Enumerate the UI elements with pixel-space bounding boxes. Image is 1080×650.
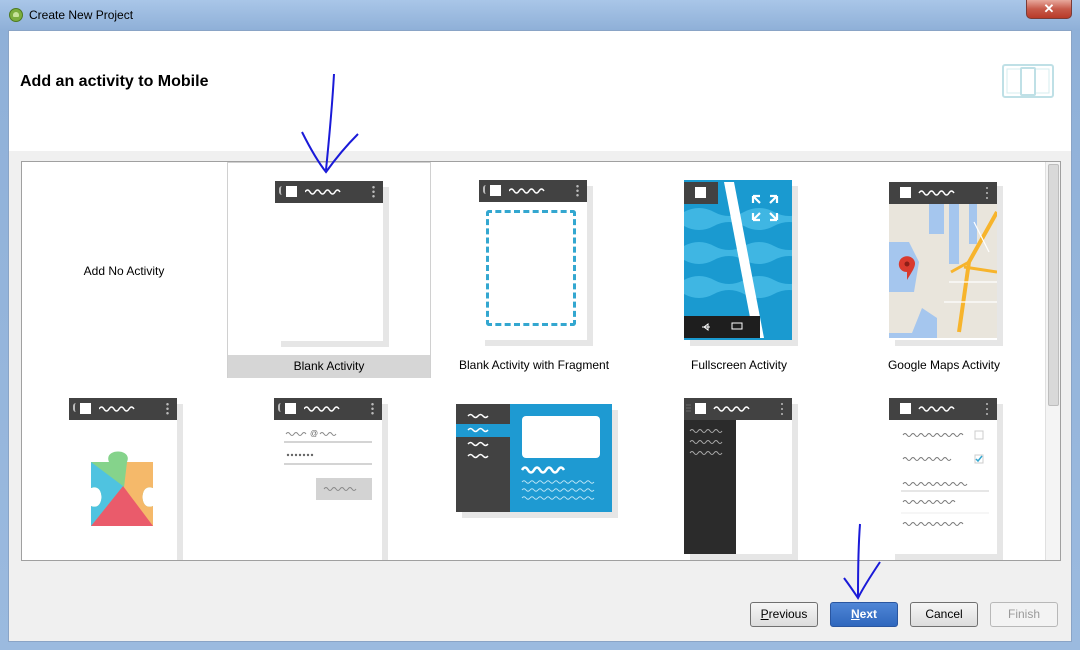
tile-settings-activity[interactable] bbox=[842, 380, 1046, 560]
page-title: Add an activity to Mobile bbox=[20, 73, 209, 90]
gallery-scrollbar[interactable] bbox=[1045, 162, 1060, 560]
fullscreen-thumbnail bbox=[684, 180, 792, 340]
tile-google-maps-activity[interactable]: Google Maps Activity bbox=[842, 162, 1046, 378]
tile-blank-activity[interactable]: Blank Activity bbox=[227, 162, 431, 378]
activity-gallery: Add No Activity Blank Activity Blank Act… bbox=[21, 161, 1061, 561]
window-close-button[interactable]: ✕ bbox=[1026, 0, 1072, 19]
create-project-dialog: Add an activity to Mobile Add No Activit… bbox=[8, 30, 1072, 642]
svg-text:@: @ bbox=[310, 429, 318, 438]
blank-activity-thumbnail bbox=[275, 181, 383, 341]
tile-play-services-activity[interactable] bbox=[22, 380, 226, 560]
fragment-placeholder bbox=[486, 210, 576, 326]
window-titlebar: Create New Project ✕ bbox=[0, 0, 1080, 30]
navigation-drawer-thumbnail bbox=[684, 398, 792, 554]
settings-thumbnail bbox=[889, 398, 997, 554]
tile-label: Blank Activity with Fragment bbox=[458, 358, 610, 372]
tile-blank-activity-fragment[interactable]: Blank Activity with Fragment bbox=[432, 162, 636, 378]
tile-label: Google Maps Activity bbox=[887, 358, 1001, 372]
tile-label: Fullscreen Activity bbox=[690, 358, 788, 372]
next-button[interactable]: Next bbox=[830, 602, 898, 627]
tile-add-no-activity[interactable]: Add No Activity bbox=[22, 162, 226, 378]
play-services-thumbnail bbox=[69, 398, 177, 560]
tile-master-detail-flow[interactable] bbox=[432, 380, 636, 560]
maps-thumbnail bbox=[889, 180, 997, 340]
fragment-thumbnail bbox=[479, 180, 587, 340]
previous-button[interactable]: Previous bbox=[750, 602, 818, 627]
cancel-button[interactable]: Cancel bbox=[910, 602, 978, 627]
status-bar bbox=[274, 398, 382, 420]
scrollbar-thumb[interactable] bbox=[1048, 164, 1059, 406]
status-bar bbox=[69, 398, 177, 420]
dialog-header: Add an activity to Mobile bbox=[9, 31, 1071, 151]
mobile-device-icon bbox=[1002, 64, 1054, 98]
login-thumbnail: @ bbox=[274, 398, 382, 560]
tile-fullscreen-activity[interactable]: Fullscreen Activity bbox=[637, 162, 841, 378]
status-bar bbox=[275, 181, 383, 203]
tile-navigation-drawer-activity[interactable] bbox=[637, 380, 841, 560]
status-bar bbox=[479, 180, 587, 202]
window-title: Create New Project bbox=[29, 8, 134, 22]
finish-button: Finish bbox=[990, 602, 1058, 627]
android-studio-icon bbox=[9, 8, 23, 22]
puzzle-piece-icon bbox=[91, 451, 153, 526]
master-detail-thumbnail bbox=[456, 404, 612, 512]
tile-login-activity[interactable]: @ bbox=[227, 380, 431, 560]
tile-label: Blank Activity bbox=[228, 355, 430, 378]
tile-label: Add No Activity bbox=[83, 264, 165, 278]
